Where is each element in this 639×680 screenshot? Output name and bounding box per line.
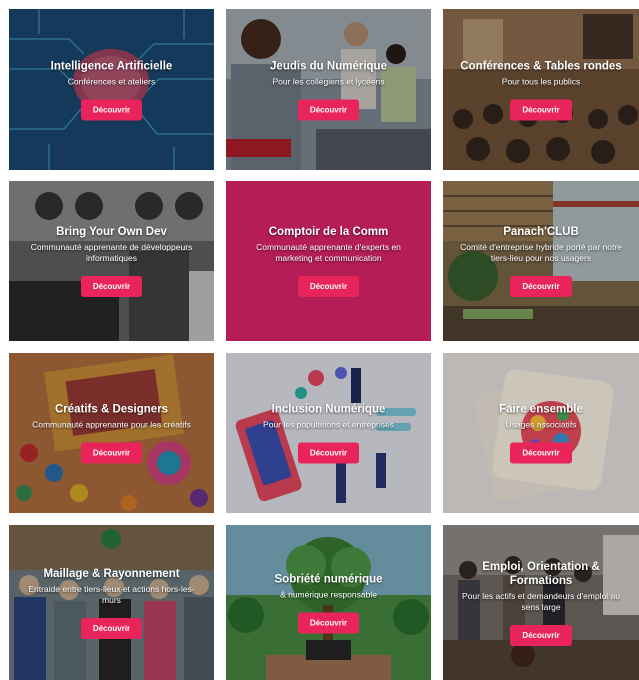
card-title: Faire ensemble bbox=[499, 403, 583, 416]
card-content: Sobriété numérique & numérique responsab… bbox=[226, 572, 431, 633]
card-subtitle: Usages associatifs bbox=[505, 419, 577, 430]
card-title: Emploi, Orientation & Formations bbox=[482, 560, 600, 587]
activities-grid: Intelligence Artificielle Conférences et… bbox=[0, 0, 639, 680]
card-bring-your-own-dev[interactable]: Bring Your Own Dev Communauté apprenante… bbox=[9, 181, 214, 341]
card-panach-club[interactable]: Panach'CLUB Comité d'entreprise hybride … bbox=[443, 181, 639, 341]
card-content: Créatifs & Designers Communauté apprenan… bbox=[9, 403, 214, 464]
card-subtitle: Communauté apprenante d'experts en marke… bbox=[256, 242, 401, 263]
card-title: Panach'CLUB bbox=[503, 226, 579, 238]
card-maillage-rayonnement[interactable]: Maillage & Rayonnement Entraide entre ti… bbox=[9, 525, 214, 680]
card-subtitle: & numérique responsable bbox=[280, 589, 377, 599]
card-subtitle: Comité d'entreprise hybride porté par no… bbox=[460, 242, 622, 263]
discover-button[interactable]: Découvrir bbox=[510, 276, 572, 297]
card-content: Comptoir de la Comm Communauté apprenant… bbox=[226, 225, 431, 297]
card-content: Inclusion Numérique Pour les populations… bbox=[226, 403, 431, 464]
card-subtitle: Conférences et ateliers bbox=[67, 76, 156, 86]
card-subtitle: Pour les collégiens et lycéens bbox=[272, 76, 385, 86]
card-subtitle: Communauté apprenante pour les créatifs bbox=[32, 419, 191, 430]
discover-button[interactable]: Découvrir bbox=[297, 99, 360, 120]
card-content: Intelligence Artificielle Conférences et… bbox=[9, 59, 214, 120]
discover-button[interactable]: Découvrir bbox=[80, 617, 143, 639]
card-content: Faire ensemble Usages associatifs Découv… bbox=[443, 403, 639, 464]
card-content: Emploi, Orientation & Formations Pour le… bbox=[443, 560, 639, 646]
discover-button[interactable]: Découvrir bbox=[297, 276, 360, 297]
card-content: Maillage & Rayonnement Entraide entre ti… bbox=[9, 567, 214, 639]
card-emploi-orientation-formations[interactable]: Emploi, Orientation & Formations Pour le… bbox=[443, 525, 639, 680]
card-content: Conférences & Tables rondes Pour tous le… bbox=[443, 59, 639, 120]
card-content: Bring Your Own Dev Communauté apprenante… bbox=[9, 225, 214, 297]
card-title: Créatifs & Designers bbox=[54, 403, 169, 416]
discover-button[interactable]: Découvrir bbox=[297, 442, 360, 464]
card-title: Sobriété numérique bbox=[274, 573, 383, 585]
discover-button[interactable]: Découvrir bbox=[510, 442, 572, 464]
card-subtitle: Communauté apprenante de développeurs in… bbox=[30, 242, 193, 263]
card-title: Intelligence Artificielle bbox=[50, 60, 173, 72]
card-content: Jeudis du Numérique Pour les collégiens … bbox=[226, 59, 431, 120]
card-title: Conférences & Tables rondes bbox=[460, 60, 622, 72]
card-inclusion-numerique[interactable]: Inclusion Numérique Pour les populations… bbox=[226, 353, 431, 513]
card-comptoir-de-la-comm[interactable]: Comptoir de la Comm Communauté apprenant… bbox=[226, 181, 431, 341]
discover-button[interactable]: Découvrir bbox=[80, 276, 143, 297]
card-subtitle: Pour les populations et entreprises bbox=[263, 419, 394, 430]
card-subtitle: Pour les actifs et demandeurs d'emploi a… bbox=[461, 590, 620, 612]
card-intelligence-artificielle[interactable]: Intelligence Artificielle Conférences et… bbox=[9, 9, 214, 170]
card-sobriete-numerique[interactable]: Sobriété numérique & numérique responsab… bbox=[226, 525, 431, 680]
card-title: Inclusion Numérique bbox=[271, 403, 386, 416]
discover-button[interactable]: Découvrir bbox=[80, 442, 143, 464]
card-subtitle: Entraide entre tiers-lieux et actions ho… bbox=[28, 583, 195, 605]
card-conferences-tables-rondes[interactable]: Conférences & Tables rondes Pour tous le… bbox=[443, 9, 639, 170]
discover-button[interactable]: Découvrir bbox=[510, 624, 572, 646]
discover-button[interactable]: Découvrir bbox=[80, 99, 143, 120]
discover-button[interactable]: Découvrir bbox=[510, 99, 572, 120]
card-title: Maillage & Rayonnement bbox=[43, 567, 180, 580]
card-subtitle: Pour tous les publics bbox=[501, 76, 581, 86]
card-title: Comptoir de la Comm bbox=[268, 226, 389, 238]
card-title: Jeudis du Numérique bbox=[270, 60, 387, 72]
card-faire-ensemble[interactable]: Faire ensemble Usages associatifs Découv… bbox=[443, 353, 639, 513]
card-content: Panach'CLUB Comité d'entreprise hybride … bbox=[443, 225, 639, 297]
card-creatifs-designers[interactable]: Créatifs & Designers Communauté apprenan… bbox=[9, 353, 214, 513]
card-title: Bring Your Own Dev bbox=[56, 226, 167, 238]
discover-button[interactable]: Découvrir bbox=[297, 612, 360, 633]
card-jeudis-du-numerique[interactable]: Jeudis du Numérique Pour les collégiens … bbox=[226, 9, 431, 170]
